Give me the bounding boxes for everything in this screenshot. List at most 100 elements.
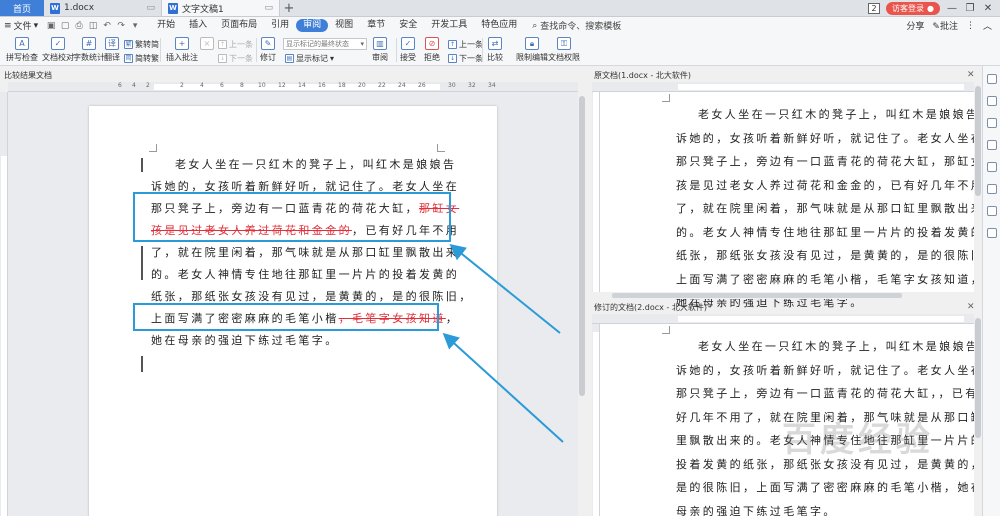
redo-icon[interactable]: ↷ <box>114 21 128 31</box>
menu-special[interactable]: 特色应用 <box>474 19 524 32</box>
command-search[interactable]: ⌕ 查找命令、搜索模板 <box>524 19 621 33</box>
orig_doc-line[interactable]: 上面写满了密密麻麻的毛笔小楷，毛笔字女孩知道， <box>676 271 984 287</box>
compare-vertical-scrollbar[interactable] <box>578 82 586 516</box>
revise-button[interactable]: ✎ 修订 <box>260 37 276 63</box>
menu-view[interactable]: 视图 <box>328 19 360 32</box>
compare-button[interactable]: ⇄ 比较 <box>487 37 503 63</box>
display-state-select[interactable]: 显示标记的最终状态 <box>283 38 367 50</box>
more-icon[interactable]: ⋮ <box>966 21 975 31</box>
doc-tab-2[interactable]: W 文字文稿1 ▭ <box>162 0 280 16</box>
orig_doc-line[interactable]: 那只凳子上，旁边有一口蓝青花的荷花大缸，那缸女 <box>676 153 984 169</box>
undo-icon[interactable]: ↶ <box>100 21 114 31</box>
insert-comment-button[interactable]: + 插入批注 <box>166 37 198 63</box>
rev_doc-line[interactable]: 母亲的强迫下练过毛笔字。 <box>676 503 837 516</box>
orig_doc-line[interactable]: 孩是见过老女人养过荷花和金金的，已有好几年不用 <box>676 177 984 193</box>
original-horizontal-scrollbar[interactable] <box>592 292 974 299</box>
menu-security[interactable]: 安全 <box>392 19 424 32</box>
orig_doc-line[interactable]: 纸张，那纸张女孩没有见过，是黄黄的，是的很陈旧， <box>676 247 998 263</box>
minimize-icon[interactable]: — <box>946 3 958 14</box>
scrollbar-thumb[interactable] <box>612 293 902 298</box>
to-traditional-button[interactable]: 简简转繁 <box>124 53 159 64</box>
file-menu[interactable]: ≡ 文件 ▾ <box>0 19 44 33</box>
revised-horizontal-ruler[interactable] <box>592 314 974 324</box>
table-icon[interactable] <box>987 162 997 172</box>
close-icon[interactable]: ✕ <box>982 3 994 14</box>
original-doc-page[interactable]: 老女人坐在一只红木的凳子上，叫红木是娘娘告诉她的，女孩听着新鲜好听，就记住了。老… <box>600 92 995 309</box>
compare-text-line[interactable]: 了，就在院里闲着，那气味就是从那口缸里飘散出来 <box>151 244 459 260</box>
edit-icon[interactable] <box>987 118 997 128</box>
chevron-down-icon[interactable]: ▾ <box>128 21 142 31</box>
bookmark-icon[interactable] <box>987 184 997 194</box>
original-horizontal-ruler[interactable] <box>592 82 974 92</box>
spell-check-button[interactable]: A 拼写检查 <box>6 37 38 63</box>
style-icon[interactable] <box>987 96 997 106</box>
new-tab-plus-icon[interactable]: + <box>280 0 298 16</box>
orig_doc-line[interactable]: 的。老女人神情专住地往那缸里一片片的投着发黄的 <box>676 224 984 240</box>
review-pane-button[interactable]: ▥ 审阅 <box>372 37 388 63</box>
vertical-ruler[interactable] <box>0 92 8 516</box>
menu-references[interactable]: 引用 <box>264 19 296 32</box>
home-tab[interactable]: 首页 <box>0 0 44 16</box>
translate-button[interactable]: 译 翻译 <box>104 37 120 63</box>
revised-vertical-scrollbar[interactable] <box>974 314 982 516</box>
layers-icon[interactable] <box>987 140 997 150</box>
annotate-button[interactable]: ✎批注 <box>932 19 958 32</box>
menu-sections[interactable]: 章节 <box>360 19 392 32</box>
to-simplified-button[interactable]: 繁繁转简 <box>124 39 159 50</box>
history-icon[interactable] <box>987 228 997 238</box>
ruler-tick: 18 <box>338 82 346 89</box>
orig_doc-line[interactable]: 老女人坐在一只红木的凳子上，叫红木是娘娘告 <box>698 106 979 122</box>
compare-text-line[interactable]: 老女人坐在一只红木的凳子上，叫红木是娘娘告 <box>175 156 456 172</box>
show-markup-button[interactable]: ▤ 显示标记 ▾ <box>285 53 334 64</box>
ruler-tick: 26 <box>418 82 426 89</box>
menu-developer[interactable]: 开发工具 <box>424 19 474 32</box>
prev-comment-button[interactable]: ↑ 上一条 <box>218 39 253 50</box>
scrollbar-thumb[interactable] <box>975 86 981 196</box>
doc-tab-1[interactable]: W 1.docx ▭ <box>44 0 162 16</box>
rev_doc-line[interactable]: 诉她的，女孩听着新鲜好听，就记住了。老女人坐在 <box>676 362 984 378</box>
rev_doc-line[interactable]: 那只凳子上，旁边有一口蓝青花的荷花大缸，，已有 <box>676 385 979 401</box>
doc-permission-button[interactable]: ⚿ 文档权限 <box>548 37 580 63</box>
preview-icon[interactable]: ◫ <box>86 21 100 31</box>
next-comment-button[interactable]: ↓ 下一条 <box>218 53 253 64</box>
accept-button[interactable]: ✓ 接受 <box>400 37 416 63</box>
open-icon[interactable]: ▢ <box>58 21 72 31</box>
restrict-edit-button[interactable]: 🔒︎ 限制编辑 <box>516 37 548 63</box>
scrollbar-thumb[interactable] <box>975 318 981 438</box>
page-count-badge[interactable]: 2 <box>868 2 881 14</box>
close-pane-icon[interactable]: ✕ <box>967 70 975 80</box>
compare-text-line[interactable]: 的。老女人神情专住地往那缸里一片片的投着发黄的 <box>151 266 459 282</box>
scrollbar-thumb[interactable] <box>579 96 585 396</box>
orig_doc-line[interactable]: 了，就在院里闲着，那气味就是从那口缸里飘散出来 <box>676 200 984 216</box>
orig_doc-line[interactable]: 诉她的，女孩听着新鲜好听，就记住了。老女人坐在 <box>676 130 984 146</box>
original-vertical-ruler[interactable] <box>592 92 600 292</box>
save-icon[interactable]: ▣ <box>44 21 58 31</box>
word-count-button[interactable]: # 字数统计 <box>73 37 105 63</box>
compare-text-line[interactable]: 她在母亲的强迫下练过毛笔字。 <box>151 332 339 348</box>
revised-vertical-ruler[interactable] <box>592 324 600 516</box>
delete-comment-button[interactable]: × <box>200 37 214 52</box>
select-icon[interactable] <box>987 74 997 84</box>
menu-insert[interactable]: 插入 <box>182 19 214 32</box>
compare-text-line[interactable]: 纸张，那纸张女孩没有见过，是黄黄的，是的很陈旧， <box>151 288 473 304</box>
proofread-button[interactable]: ✓ 文档校对 <box>42 37 74 63</box>
share-button[interactable]: 分享 <box>906 19 924 32</box>
menu-review[interactable]: 审阅 <box>296 19 329 32</box>
restore-icon[interactable]: ❐ <box>964 3 976 14</box>
menu-start[interactable]: 开始 <box>150 19 182 32</box>
monitor-icon[interactable]: ▭ <box>264 3 273 13</box>
print-icon[interactable]: ⎙ <box>72 21 86 31</box>
next-change-button[interactable]: ↓ 下一条 <box>448 53 483 64</box>
reject-button[interactable]: ⊘ 拒绝 <box>424 37 440 63</box>
rev_doc-line[interactable]: 是的很陈旧，上面写满了密密麻麻的毛笔小楷，她在 <box>676 479 984 495</box>
collapse-ribbon-icon[interactable]: ︿ <box>983 19 992 32</box>
menu-page-layout[interactable]: 页面布局 <box>214 19 264 32</box>
monitor-icon[interactable]: ▭ <box>146 3 155 13</box>
rev_doc-line[interactable]: 老女人坐在一只红木的凳子上，叫红木是娘娘告 <box>698 338 979 354</box>
login-button[interactable]: 访客登录 ● <box>886 1 940 15</box>
close-pane-icon[interactable]: ✕ <box>967 302 975 312</box>
tools-icon[interactable] <box>987 206 997 216</box>
prev-change-button[interactable]: ↑ 上一条 <box>448 39 483 50</box>
horizontal-ruler[interactable]: 6 4 2 2 4 6 8 10 12 14 16 18 20 22 24 26… <box>8 82 578 92</box>
original-vertical-scrollbar[interactable] <box>974 82 982 292</box>
